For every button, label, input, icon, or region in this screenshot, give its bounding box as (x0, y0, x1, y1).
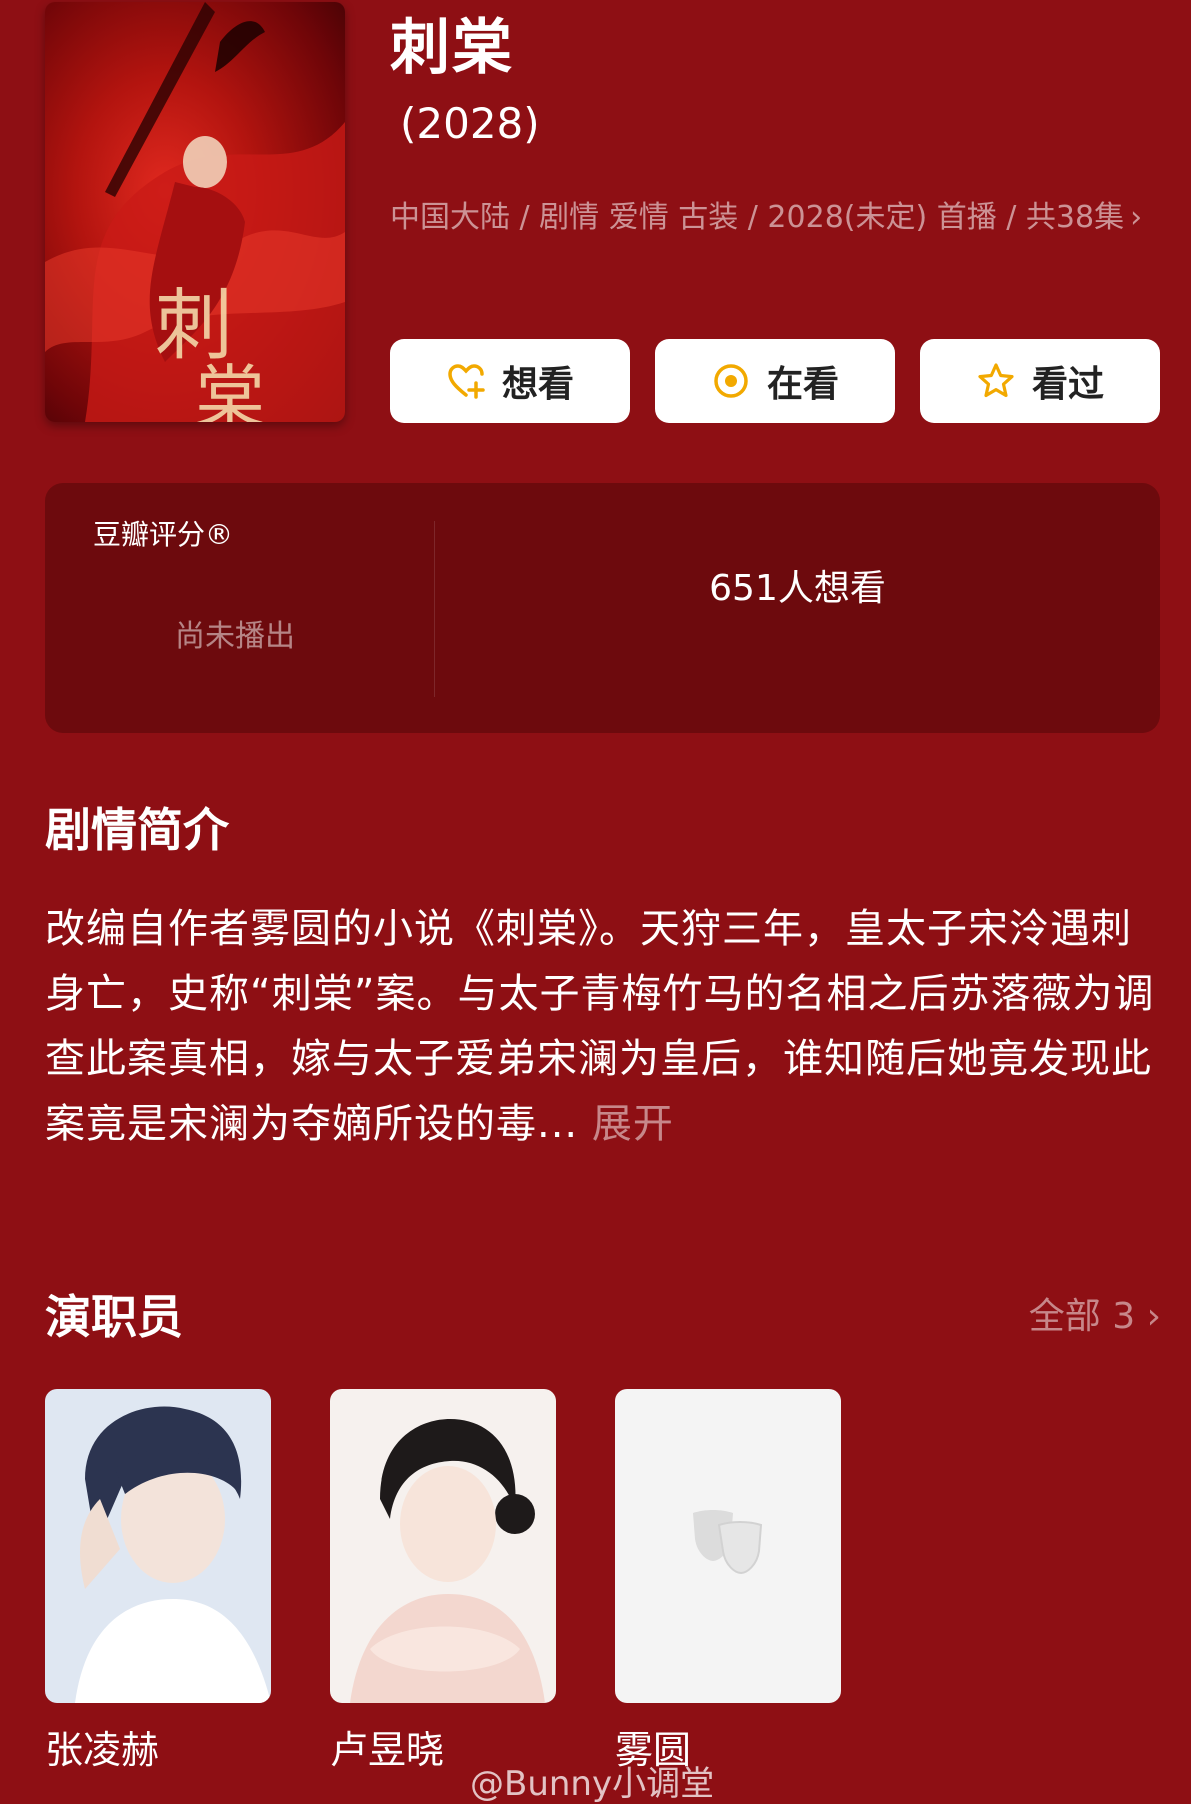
want-to-watch-button[interactable]: 想看 (390, 339, 630, 423)
watched-button[interactable]: 看过 (920, 339, 1160, 423)
cast-heading: 演职员 (45, 1290, 183, 1344)
show-meta[interactable]: 中国大陆 / 剧情 爱情 古装 / 2028(未定) 首播 / 共38集 › (390, 190, 1165, 246)
cast-name: 张凌赫 (45, 1728, 160, 1772)
show-meta-text: 中国大陆 / 剧情 爱情 古装 / 2028(未定) 首播 / 共38集 (390, 200, 1125, 235)
show-poster[interactable]: 刺 棠 (45, 2, 345, 422)
cast-card[interactable]: 卢昱晓 (330, 1389, 556, 1775)
watching-button[interactable]: 在看 (655, 339, 895, 423)
cast-photo (330, 1389, 556, 1703)
want-to-watch-label: 想看 (501, 364, 574, 405)
want-count[interactable]: 651人想看 (435, 563, 1160, 615)
svg-text:棠: 棠 (195, 357, 265, 422)
watermark: @Bunny小调堂 (470, 1764, 715, 1804)
synopsis-text-block: 改编自作者雾圆的小说《刺棠》。天狩三年，皇太子宋泠遇刺身亡，史称“刺棠”案。与太… (45, 897, 1160, 1157)
cast-photo-placeholder (615, 1389, 841, 1703)
douban-rating-label: 豆瓣评分® (93, 518, 234, 551)
chevron-right-icon: › (1130, 200, 1143, 235)
show-title: 刺棠 (390, 13, 514, 83)
cast-all-link[interactable]: 全部 3 › (1029, 1292, 1161, 1342)
target-icon (711, 361, 751, 401)
synopsis-heading: 剧情简介 (45, 803, 229, 857)
watched-label: 看过 (1031, 364, 1104, 405)
cast-photo (45, 1389, 271, 1703)
expand-link[interactable]: 展开 (592, 1101, 674, 1147)
cast-card[interactable]: 张凌赫 (45, 1389, 271, 1775)
heart-plus-icon (446, 361, 486, 401)
cast-card[interactable]: 雾圆 (615, 1389, 841, 1775)
watching-label: 在看 (766, 364, 839, 405)
rating-card: 豆瓣评分® 尚未播出 651人想看 (45, 483, 1160, 733)
show-detail-page: 刺 棠 刺棠 (2028) 中国大陆 / 剧情 爱情 古装 / 2028(未定)… (0, 0, 1191, 1804)
show-year: (2028) (400, 99, 540, 148)
rating-status: 尚未播出 (175, 619, 295, 654)
star-icon (976, 361, 1016, 401)
